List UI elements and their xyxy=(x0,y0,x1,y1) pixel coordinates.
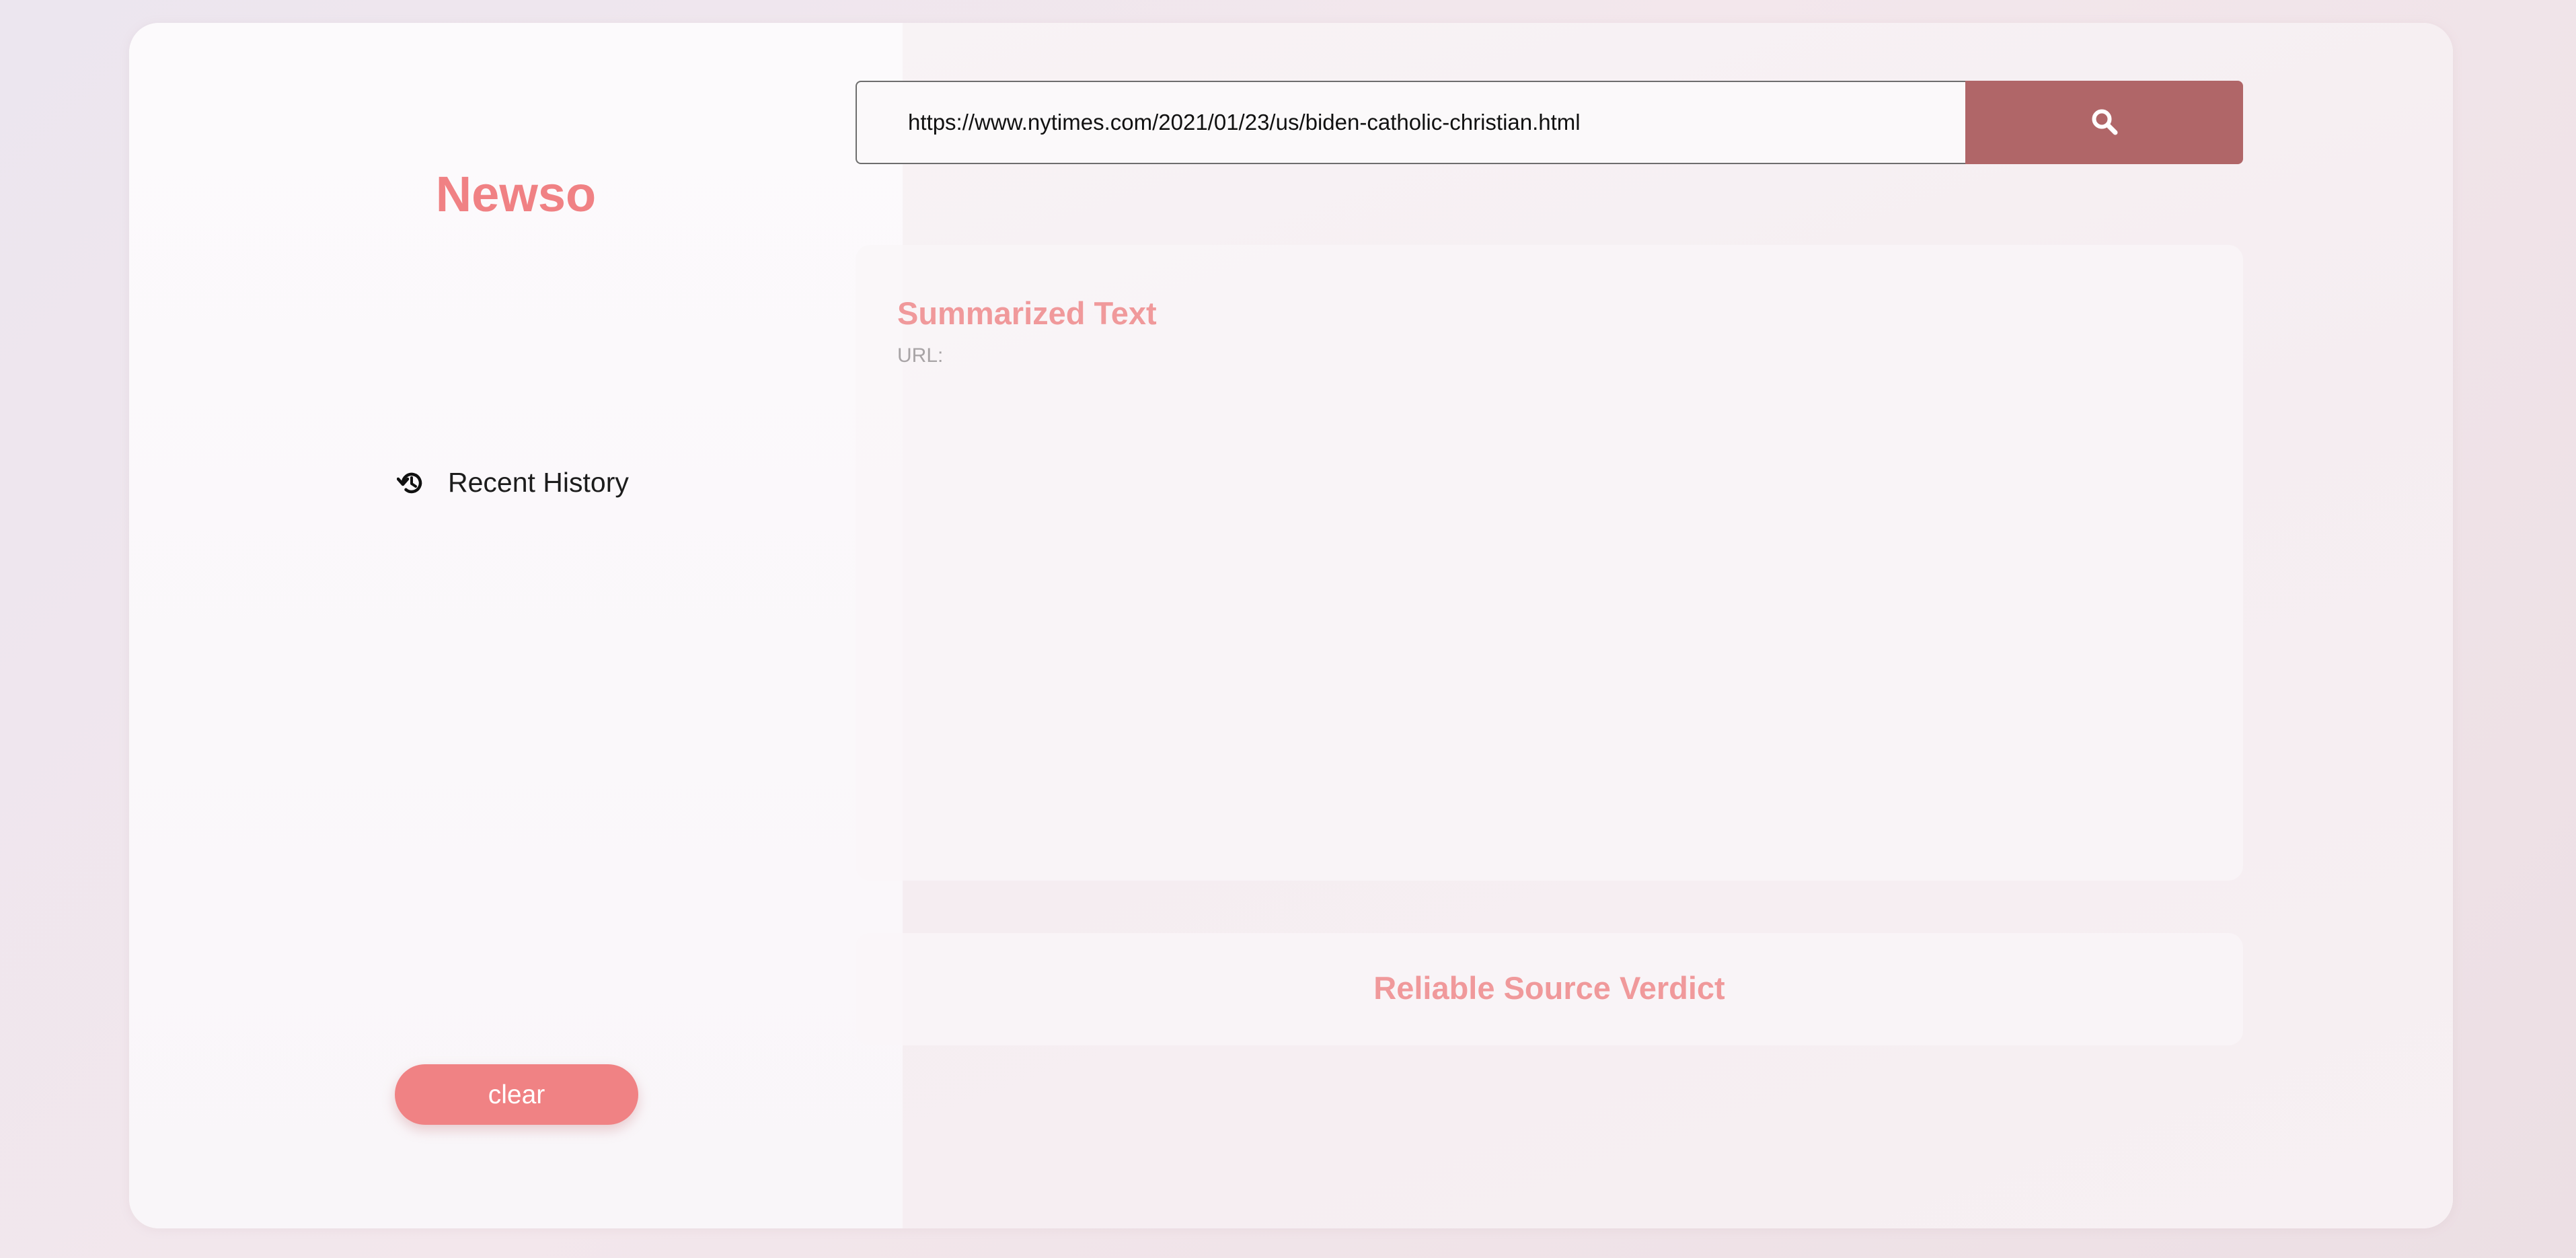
verdict-title: Reliable Source Verdict xyxy=(1373,970,1725,1006)
sidebar: Newso Recent History clear xyxy=(129,23,903,1228)
summary-url-label: URL: xyxy=(897,344,944,367)
search-bar xyxy=(856,81,2243,164)
summary-title: Summarized Text xyxy=(897,295,1157,331)
search-icon xyxy=(2090,107,2119,139)
summary-panel: Summarized Text URL: xyxy=(856,245,2243,881)
history-icon xyxy=(396,468,426,498)
search-button[interactable] xyxy=(1965,81,2243,164)
clear-button[interactable]: clear xyxy=(395,1064,638,1125)
url-search-input[interactable] xyxy=(856,81,1965,164)
verdict-panel: Reliable Source Verdict xyxy=(856,933,2243,1045)
app-logo: Newso xyxy=(435,166,597,222)
recent-history-label: Recent History xyxy=(448,467,629,498)
recent-history-link[interactable]: Recent History xyxy=(396,467,629,498)
